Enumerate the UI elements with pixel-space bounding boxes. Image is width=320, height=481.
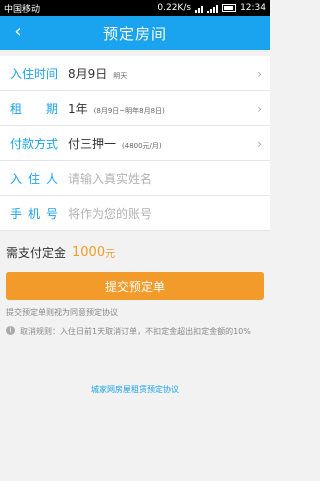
lease-term-value: 1年 [68, 101, 88, 116]
carrier-name: 中国移动 [4, 4, 41, 15]
tenant-label: 入住人 [10, 171, 65, 186]
phone-input[interactable]: 将作为您的账号 [68, 205, 152, 222]
lease-term-row[interactable]: 租 期 1年 (8月9日~明年8月8日) › [0, 91, 270, 126]
status-bar: 中国移动 0.22K/s 12:34 [0, 0, 270, 16]
lease-term-note: (8月9日~明年8月8日) [93, 106, 165, 115]
agreement-note: 提交预定单则视为同意预定协议 [6, 308, 118, 317]
chevron-right-icon: › [257, 67, 262, 81]
booking-form: 入住时间 8月9日 明天 › 租 期 1年 (8月9日~明年8月8日) › 付款… [0, 56, 270, 231]
network-speed: 0.22K/s [157, 3, 192, 13]
wifi-icon [195, 4, 204, 13]
payment-note: (4800元/月) [122, 141, 162, 150]
protocol-link[interactable]: 城家网房屋租赁预定协议 [0, 384, 270, 395]
phone-label: 手机号 [10, 206, 65, 221]
back-arrow-icon[interactable]: ‹ [8, 23, 28, 43]
phone-row: 手机号 将作为您的账号 [0, 196, 270, 231]
signal-icon [207, 4, 219, 13]
nav-bar: ‹ 预定房间 [0, 16, 270, 50]
lease-term-label: 租 期 [10, 101, 65, 116]
tenant-row: 入住人 请输入真实姓名 [0, 161, 270, 196]
chevron-right-icon: › [257, 137, 262, 151]
deposit-label: 需支付定金 [6, 245, 67, 260]
deposit-amount: 1000 [72, 244, 106, 260]
tenant-name-input[interactable]: 请输入真实姓名 [68, 170, 152, 187]
info-icon: i [6, 326, 15, 335]
payment-label: 付款方式 [10, 136, 59, 151]
cancel-rule: i 取消规则：入住日前1天取消订单，不扣定金超出扣定金额的10% [6, 326, 264, 338]
checkin-date-row[interactable]: 入住时间 8月9日 明天 › [0, 56, 270, 91]
deposit-summary: 需支付定金 1000 元 [0, 238, 270, 266]
deposit-unit: 元 [105, 248, 116, 260]
payment-value: 付三押一 [68, 136, 117, 151]
payment-method-row[interactable]: 付款方式 付三押一 (4800元/月) › [0, 126, 270, 161]
chevron-right-icon: › [257, 102, 262, 116]
page-title: 预定房间 [102, 24, 167, 43]
clock: 12:34 [240, 3, 266, 13]
cancel-rule-text: 取消规则：入住日前1天取消订单，不扣定金超出扣定金额的10% [20, 327, 251, 336]
submit-booking-button[interactable]: 提交预定单 [6, 272, 264, 300]
checkin-label: 入住时间 [10, 66, 59, 81]
checkin-note: 明天 [113, 71, 128, 80]
checkin-date: 8月9日 [68, 66, 108, 81]
battery-icon [222, 4, 237, 12]
